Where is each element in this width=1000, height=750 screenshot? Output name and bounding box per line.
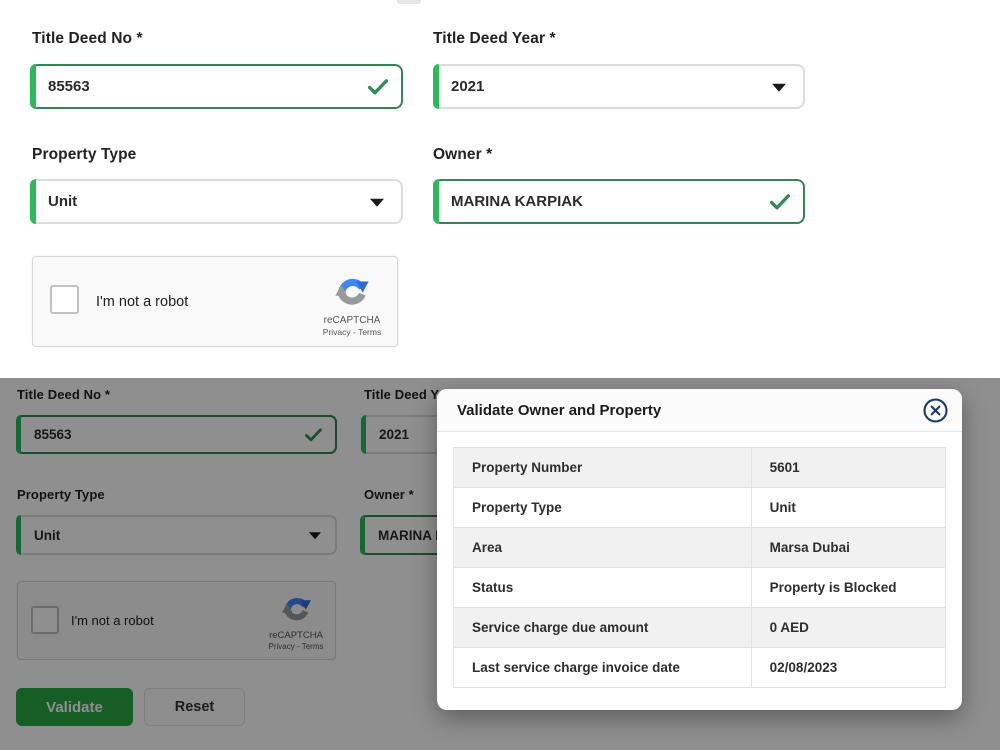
recaptcha-logo: reCAPTCHA Privacy - Terms: [315, 272, 389, 337]
row-label: Property Type: [454, 488, 752, 528]
form-section-active: Title Deed No * Title Deed Year * 2021 P…: [0, 0, 1000, 378]
property-details-table: Property Number 5601 Property Type Unit …: [453, 447, 946, 688]
property-type-label: Property Type: [32, 146, 136, 164]
title-deed-year-value: 2021: [435, 78, 484, 95]
title-deed-no-input[interactable]: [32, 78, 327, 95]
table-row: Area Marsa Dubai: [454, 528, 946, 568]
title-deed-year-select[interactable]: 2021: [433, 64, 805, 109]
table-row: Service charge due amount 0 AED: [454, 608, 946, 648]
title-deed-year-label: Title Deed Year *: [433, 30, 556, 48]
chevron-down-icon: [370, 198, 384, 206]
table-row: Status Property is Blocked: [454, 568, 946, 608]
title-deed-no-label: Title Deed No *: [32, 30, 143, 48]
row-value: Property is Blocked: [751, 568, 945, 608]
table-row: Property Number 5601: [454, 448, 946, 488]
property-type-value: Unit: [32, 193, 77, 210]
row-value: Unit: [751, 488, 945, 528]
owner-field[interactable]: [433, 179, 805, 224]
valid-check-icon: [368, 79, 388, 95]
row-label: Area: [454, 528, 752, 568]
modal-body: Property Number 5601 Property Type Unit …: [437, 432, 962, 688]
recaptcha-label: I'm not a robot: [96, 257, 188, 346]
row-label: Status: [454, 568, 752, 608]
row-value: Marsa Dubai: [751, 528, 945, 568]
recaptcha-brand-text: reCAPTCHA: [315, 316, 389, 326]
row-value: 5601: [751, 448, 945, 488]
property-type-select[interactable]: Unit: [30, 179, 403, 224]
title-deed-no-field[interactable]: [30, 64, 403, 109]
chevron-down-icon: [772, 83, 786, 91]
form-section-dimmed: Title Deed No * Title Deed Year * 2021 P…: [0, 378, 1000, 750]
close-icon[interactable]: [922, 397, 949, 424]
row-label: Property Number: [454, 448, 752, 488]
valid-check-icon: [770, 194, 790, 210]
owner-input[interactable]: [435, 193, 729, 210]
row-label: Service charge due amount: [454, 608, 752, 648]
recaptcha-logo-icon: [333, 272, 371, 310]
row-value: 0 AED: [751, 608, 945, 648]
table-row: Property Type Unit: [454, 488, 946, 528]
modal-header: Validate Owner and Property: [437, 389, 962, 432]
row-label: Last service charge invoice date: [454, 648, 752, 688]
modal-title: Validate Owner and Property: [457, 402, 661, 419]
table-row: Last service charge invoice date 02/08/2…: [454, 648, 946, 688]
recaptcha-privacy-terms-links[interactable]: Privacy - Terms: [315, 328, 389, 337]
recaptcha-widget: I'm not a robot reCAPTCHA Privacy - Term…: [32, 256, 398, 347]
validate-owner-property-modal: Validate Owner and Property Property Num…: [437, 389, 962, 710]
cutoff-ui-fragment: [397, 0, 421, 4]
owner-label: Owner *: [433, 146, 492, 164]
row-value: 02/08/2023: [751, 648, 945, 688]
recaptcha-checkbox[interactable]: [50, 285, 79, 314]
